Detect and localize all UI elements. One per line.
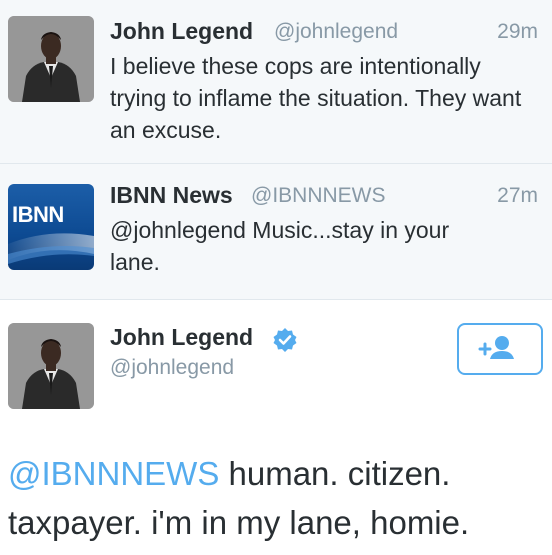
- ibnn-logo-text: IBNN: [12, 202, 64, 227]
- tweet-john-legend[interactable]: John Legend @johnlegend 29m I believe th…: [0, 0, 552, 164]
- follow-add-user-icon: [478, 336, 514, 359]
- follow-button[interactable]: [457, 323, 543, 375]
- verified-badge-icon: [272, 327, 298, 353]
- tweet-text: I believe these cops are intentionally t…: [110, 53, 522, 143]
- avatar-ibnn[interactable]: IBNN: [8, 184, 94, 270]
- tweet-text: @johnlegend Music...stay in your lane.: [110, 217, 450, 275]
- mention-link[interactable]: @IBNNNEWS: [8, 455, 219, 492]
- author-handle[interactable]: @johnlegend: [274, 20, 398, 44]
- timestamp[interactable]: 29m: [497, 20, 538, 44]
- author-handle[interactable]: @johnlegend: [110, 356, 234, 380]
- avatar-john-legend[interactable]: [8, 16, 94, 102]
- avatar-john-legend-focused[interactable]: [8, 323, 94, 409]
- author-name[interactable]: IBNN News: [110, 182, 233, 209]
- author-handle[interactable]: @IBNNNEWS: [251, 184, 386, 208]
- timestamp[interactable]: 27m: [497, 184, 538, 208]
- author-name[interactable]: John Legend: [110, 324, 253, 351]
- author-name[interactable]: John Legend: [110, 18, 253, 45]
- tweet-ibnn-news[interactable]: IBNN IBNN News @IBNNNEWS 27m @johnlegend…: [0, 164, 552, 300]
- focused-tweet-text: @IBNNNEWS human. citizen. taxpayer. i'm …: [8, 449, 548, 547]
